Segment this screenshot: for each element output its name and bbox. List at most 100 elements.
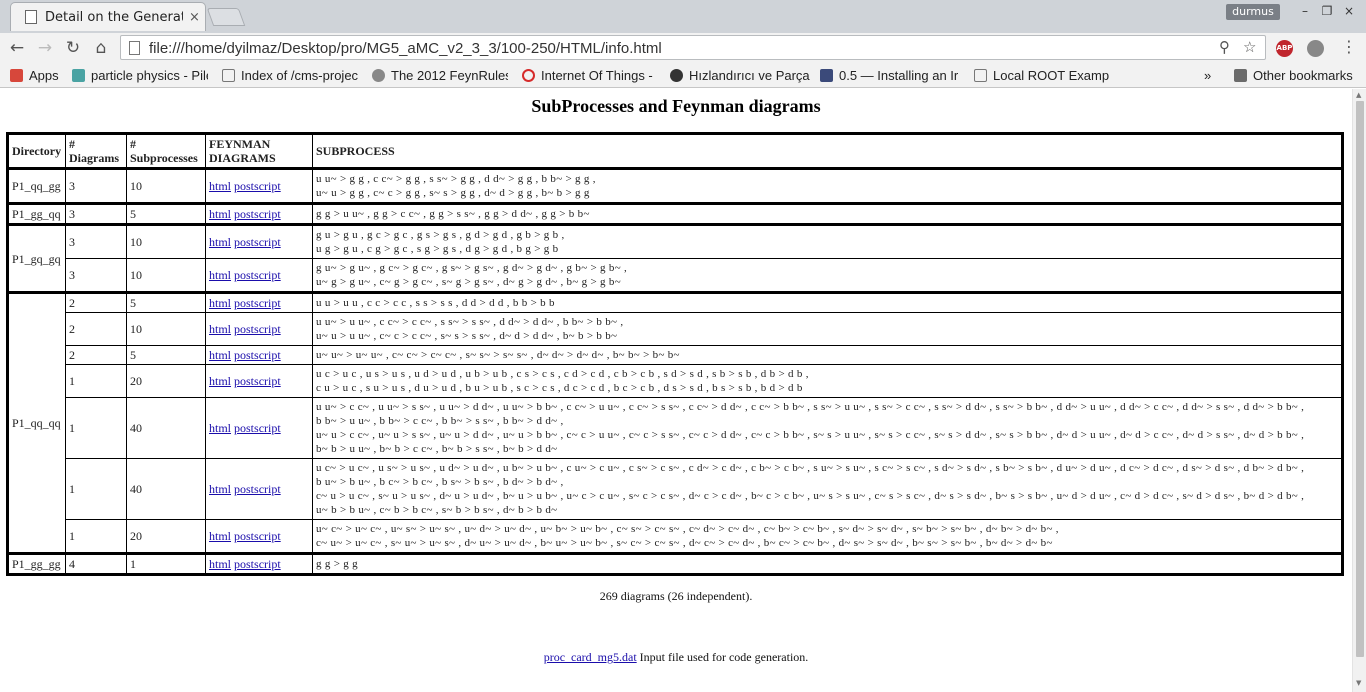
scroll-down-icon[interactable]: ▼ xyxy=(1356,679,1361,687)
bookmark-item[interactable]: The 2012 FeynRules/ xyxy=(372,66,508,84)
page-icon xyxy=(974,68,987,82)
subprocess-list: u u~ > u u~ , c c~ > c c~ , s s~ > s s~ … xyxy=(312,312,1343,346)
html-link[interactable]: html xyxy=(209,268,231,282)
html-link[interactable]: html xyxy=(209,235,231,249)
table-row: P1_qq_qq 2 5 html postscript u u > u u , c c… xyxy=(7,291,1343,554)
html-link[interactable]: html xyxy=(209,207,231,221)
close-tab-icon[interactable]: × xyxy=(189,10,200,25)
directory-cell: P1_gg_qq xyxy=(7,202,66,225)
reload-icon[interactable]: ↻ xyxy=(62,37,84,59)
url-text[interactable]: file:///home/dyilmaz/Desktop/pro/MG5_aMC… xyxy=(149,40,662,57)
other-bookmarks[interactable]: Other bookmarks xyxy=(1234,66,1362,84)
html-link[interactable]: html xyxy=(209,374,231,388)
adblock-icon[interactable]: ABP xyxy=(1276,40,1293,57)
feynman-links: html postscript xyxy=(205,223,313,259)
tab-strip: Detail on the Generation × durmus – ❐ × xyxy=(0,0,1366,33)
postscript-link[interactable]: postscript xyxy=(234,348,281,362)
subprocess-count: 10 xyxy=(126,258,206,293)
bookmark-item[interactable]: Hızlandırıcı ve Parça xyxy=(670,66,810,84)
diagram-count: 3 xyxy=(65,202,127,225)
html-link[interactable]: html xyxy=(209,322,231,336)
maximize-icon[interactable]: ❐ xyxy=(1318,4,1336,18)
zoom-icon[interactable]: ⚲ xyxy=(1219,38,1230,56)
html-link[interactable]: html xyxy=(209,421,231,435)
diagram-count: 2 xyxy=(65,291,127,313)
bookmark-favicon-icon xyxy=(72,68,85,82)
feynman-links: html postscript xyxy=(205,258,313,293)
bookmark-item[interactable]: Local ROOT Example xyxy=(974,66,1110,84)
bookmark-item[interactable]: 0.5 — Installing an Ir xyxy=(820,66,958,84)
bookmark-star-icon[interactable]: ☆ xyxy=(1243,38,1256,56)
directory-cell: P1_qq_qq xyxy=(7,291,66,554)
scrollbar[interactable]: ▲ ▼ xyxy=(1352,89,1366,692)
postscript-link[interactable]: postscript xyxy=(234,421,281,435)
subprocess-list: u u~ > g g , c c~ > g g , s s~ > g g , d… xyxy=(312,168,1343,204)
proc-card-link[interactable]: proc_card_mg5.dat xyxy=(544,650,637,664)
diagram-count: 3 xyxy=(65,168,127,204)
forward-arrow-icon[interactable]: → xyxy=(34,37,56,59)
subprocess-count: 10 xyxy=(126,223,206,259)
html-link[interactable]: html xyxy=(209,529,231,543)
new-tab-button[interactable] xyxy=(206,8,246,26)
postscript-link[interactable]: postscript xyxy=(234,207,281,221)
feynman-links: html postscript xyxy=(205,291,313,313)
postscript-link[interactable]: postscript xyxy=(234,296,281,310)
html-link[interactable]: html xyxy=(209,179,231,193)
postscript-link[interactable]: postscript xyxy=(234,374,281,388)
diagram-count: 3 xyxy=(65,258,127,293)
diagram-count: 2 xyxy=(65,345,127,365)
directory-cell: P1_gq_gq xyxy=(7,223,66,293)
extension-icon[interactable] xyxy=(1307,40,1324,57)
close-window-icon[interactable]: × xyxy=(1340,4,1358,18)
back-arrow-icon[interactable]: ← xyxy=(6,37,28,59)
postscript-link[interactable]: postscript xyxy=(234,235,281,249)
home-icon[interactable]: ⌂ xyxy=(90,37,112,59)
menu-icon[interactable]: ⋮ xyxy=(1341,37,1357,56)
subprocess-list: u~ u~ > u~ u~ , c~ c~ > c~ c~ , s~ s~ > … xyxy=(312,345,1343,365)
diagram-count: 1 xyxy=(65,364,127,398)
subprocess-list: u~ c~ > u~ c~ , u~ s~ > u~ s~ , u~ d~ > … xyxy=(312,519,1343,554)
feynman-links: html postscript xyxy=(205,345,313,365)
tab-title: Detail on the Generation xyxy=(45,9,183,25)
subprocess-list: g u~ > g u~ , g c~ > g c~ , g s~ > g s~ … xyxy=(312,258,1343,293)
minimize-icon[interactable]: – xyxy=(1296,4,1314,18)
profile-badge[interactable]: durmus xyxy=(1226,4,1280,20)
header-diagrams: # Diagrams xyxy=(65,133,127,170)
diagram-count: 2 xyxy=(65,312,127,346)
footer-text: Input file used for code generation. xyxy=(636,650,809,664)
apps-grid-icon xyxy=(10,68,23,82)
html-link[interactable]: html xyxy=(209,348,231,362)
postscript-link[interactable]: postscript xyxy=(234,179,281,193)
feynman-links: html postscript xyxy=(205,552,313,575)
table-row: P1_gg_qq 3 5 html postscript g g > u u~ , g … xyxy=(7,202,1343,225)
page-icon xyxy=(129,41,140,55)
html-link[interactable]: html xyxy=(209,296,231,310)
postscript-link[interactable]: postscript xyxy=(234,322,281,336)
subprocess-table: Directory # Diagrams # Subprocesses FEYNMAN… xyxy=(6,132,1344,576)
browser-tab[interactable]: Detail on the Generation × xyxy=(10,2,206,31)
table-row: 1 20 html postscript u~ c~ > u~ c~ , u~ s~ … xyxy=(8,519,1343,554)
postscript-link[interactable]: postscript xyxy=(234,557,281,571)
subprocess-count: 40 xyxy=(126,397,206,459)
postscript-link[interactable]: postscript xyxy=(234,529,281,543)
postscript-link[interactable]: postscript xyxy=(234,268,281,282)
table-header-row: Directory # Diagrams # Subprocesses FEYNMAN… xyxy=(7,133,1343,170)
html-link[interactable]: html xyxy=(209,482,231,496)
bookmark-item[interactable]: Index of /cms-projec xyxy=(222,66,358,84)
diagram-count: 1 xyxy=(65,458,127,520)
address-bar[interactable]: file:///home/dyilmaz/Desktop/pro/MG5_aMC… xyxy=(120,35,1266,60)
bookmark-item[interactable]: particle physics - Pile xyxy=(72,66,208,84)
subprocess-count: 10 xyxy=(126,168,206,204)
bookmarks-overflow-button[interactable]: » xyxy=(1204,66,1218,84)
page-icon xyxy=(25,10,37,24)
page-icon xyxy=(222,68,235,82)
feynman-links: html postscript xyxy=(205,312,313,346)
postscript-link[interactable]: postscript xyxy=(234,482,281,496)
diagram-count: 1 xyxy=(65,397,127,459)
scroll-thumb[interactable] xyxy=(1356,101,1364,657)
table-row: P1_qq_gg 3 10 html postscript u u~ > g g , c… xyxy=(7,168,1343,204)
scroll-up-icon[interactable]: ▲ xyxy=(1356,91,1361,99)
html-link[interactable]: html xyxy=(209,557,231,571)
bookmark-item[interactable]: Internet Of Things - xyxy=(522,66,658,84)
subprocess-count: 5 xyxy=(126,202,206,225)
